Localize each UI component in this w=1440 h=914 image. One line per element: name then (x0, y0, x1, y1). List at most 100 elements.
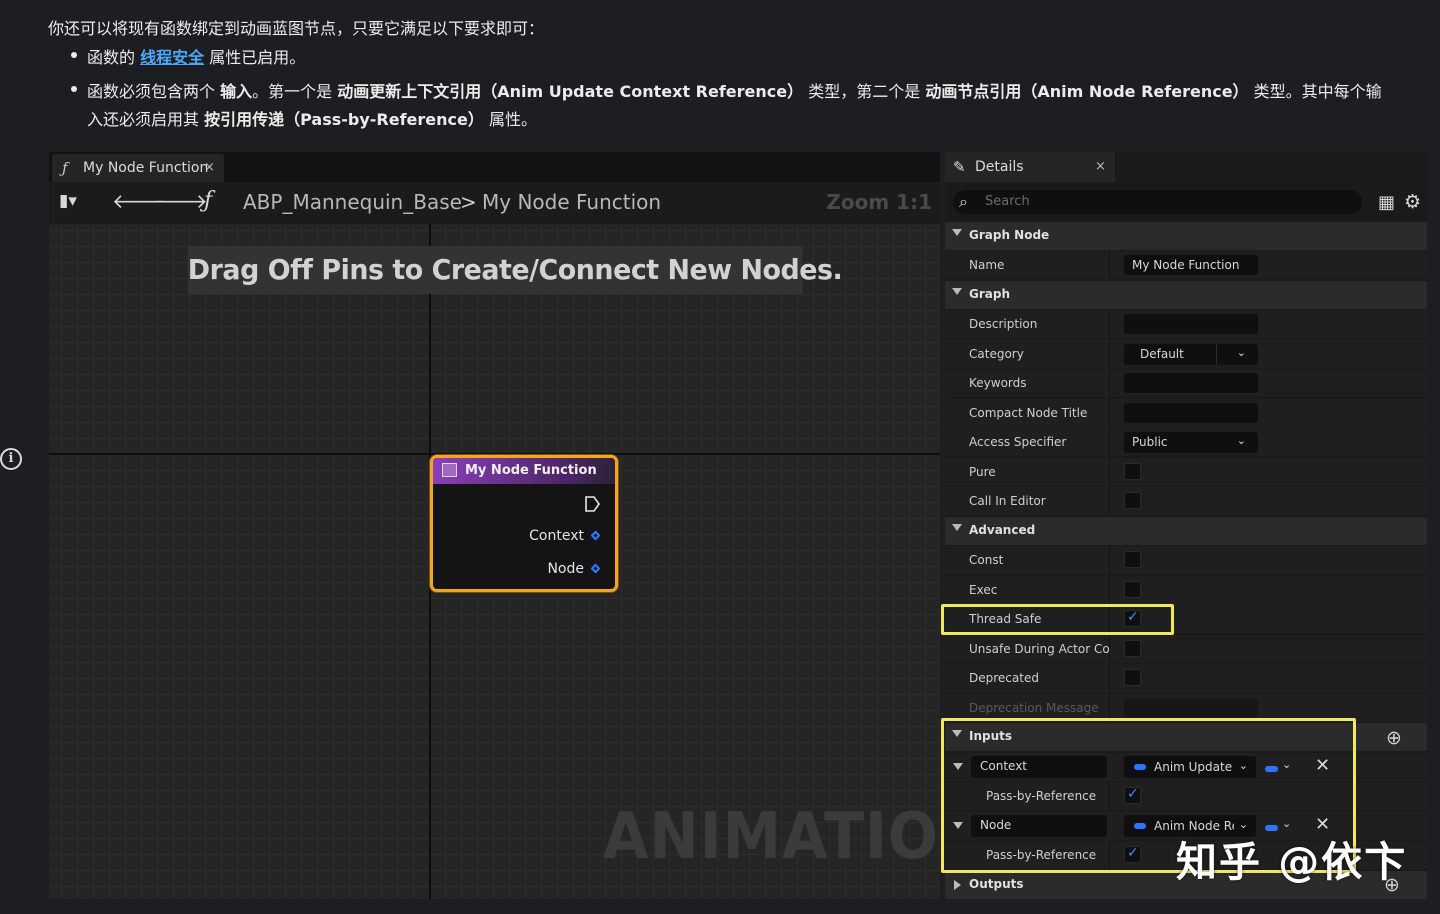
text-bold: 输入 (220, 82, 253, 101)
const-checkbox[interactable] (1124, 551, 1141, 568)
row-label: Category (969, 347, 1024, 361)
pin-icon[interactable] (590, 563, 601, 574)
add-input-icon[interactable]: ⊕ (1386, 727, 1402, 749)
node-pin-node[interactable]: Node (547, 561, 601, 577)
pin-label: Node (547, 561, 584, 577)
expand-arrow-icon[interactable] (952, 229, 962, 236)
row-category: Category Default ⌄ (945, 340, 1427, 368)
doc-bullet-2-line2: 入还必须启用其 按引用传递（Pass-by-Reference） 属性。 (87, 106, 537, 130)
expand-arrow-icon[interactable] (952, 524, 962, 531)
expand-arrow-icon[interactable] (952, 288, 962, 295)
node-title: My Node Function (465, 463, 597, 478)
node-pin-context[interactable]: Context (529, 528, 601, 544)
section-title: Advanced (969, 523, 1036, 537)
breadcrumb-separator: > (460, 190, 477, 214)
access-dropdown[interactable]: Public ⌄ (1124, 432, 1258, 453)
row-access-specifier: Access Specifier Public ⌄ (945, 428, 1427, 456)
details-search-input[interactable]: ⌕ Search (953, 190, 1362, 214)
row-label: Name (969, 258, 1005, 272)
text: 类型。其中每个输 (1253, 82, 1382, 101)
exec-pin-icon[interactable] (584, 496, 600, 512)
collapsed-arrow-icon[interactable] (954, 880, 961, 890)
credit-watermark: 知乎 @依卞 (1176, 838, 1408, 886)
thread-safe-highlight (941, 604, 1174, 635)
row-label: Access Specifier (969, 435, 1067, 449)
bullet-dot (71, 86, 77, 92)
row-label: Description (969, 317, 1038, 331)
doc-intro: 你还可以将现有函数绑定到动画蓝图节点，只要它满足以下要求即可： (48, 19, 545, 38)
function-node-icon (442, 463, 457, 477)
function-icon: ƒ (62, 159, 68, 177)
forward-arrow-icon[interactable]: 🡒 (154, 189, 208, 213)
text-bold: 动画更新上下文引用（Anim Update Context Reference） (337, 82, 804, 101)
thread-safe-link[interactable]: 线程安全 (140, 48, 204, 67)
row-label: Deprecation Message (969, 701, 1099, 715)
tab-details[interactable]: ✎ Details × (945, 152, 1115, 182)
section-title: Graph (969, 287, 1010, 301)
close-tab-icon[interactable]: × (1095, 159, 1106, 174)
category-dropdown[interactable]: Default ⌄ (1124, 344, 1258, 365)
row-description: Description (945, 310, 1427, 338)
keywords-field[interactable] (1124, 373, 1258, 393)
unsafe-checkbox[interactable] (1124, 640, 1141, 657)
row-deprecated: Deprecated (945, 664, 1427, 692)
row-const: Const (945, 546, 1427, 574)
text: 属性。 (488, 110, 537, 129)
pure-checkbox[interactable] (1124, 463, 1141, 480)
category-value: Default (1140, 347, 1184, 361)
breadcrumb-leaf[interactable]: My Node Function (482, 190, 661, 214)
tab-label: My Node Function (83, 160, 209, 176)
row-label: Deprecated (969, 671, 1039, 685)
row-pure: Pure (945, 458, 1427, 486)
blueprint-editor: ƒ My Node Function × ▮▾ 🡐 🡒 ƒ ABP_Manneq… (49, 152, 940, 899)
compact-title-field[interactable] (1124, 403, 1258, 423)
text: 入还必须启用其 (87, 110, 200, 129)
graph-hint: Drag Off Pins to Create/Connect New Node… (187, 246, 843, 294)
table-view-icon[interactable]: ▦ (1378, 192, 1395, 213)
row-label: Keywords (969, 376, 1027, 390)
row-label: Compact Node Title (969, 406, 1088, 420)
section-advanced[interactable]: Advanced (945, 517, 1427, 545)
bookmark-icon[interactable]: ▮▾ (59, 191, 77, 211)
function-node[interactable]: My Node Function Context Node (430, 455, 618, 592)
info-icon[interactable]: i (0, 448, 22, 470)
bullet-dot (71, 52, 77, 58)
doc-bullet-1: 函数的 线程安全 属性已启用。 (87, 44, 305, 68)
section-title: Graph Node (969, 228, 1050, 242)
pin-icon[interactable] (590, 530, 601, 541)
text: 函数必须包含两个 (87, 82, 216, 101)
name-value: My Node Function (1132, 258, 1240, 272)
section-graph[interactable]: Graph (945, 281, 1427, 309)
row-label: Const (969, 553, 1004, 567)
description-field[interactable] (1124, 314, 1258, 334)
zoom-level: Zoom 1:1 (826, 190, 932, 214)
text-bold: 动画节点引用（Anim Node Reference） (925, 82, 1249, 101)
text: 类型，第二个是 (808, 82, 921, 101)
deprecated-checkbox[interactable] (1124, 669, 1141, 686)
tab-my-node-function[interactable]: ƒ My Node Function × (52, 154, 224, 182)
name-field[interactable]: My Node Function (1124, 255, 1258, 275)
function-icon: ƒ (204, 188, 213, 213)
text-bold: 按引用传递（Pass-by-Reference） (204, 110, 484, 129)
text: 。第一个是 (252, 82, 333, 101)
node-header[interactable]: My Node Function (433, 458, 615, 484)
breadcrumb-root[interactable]: ABP_Mannequin_Base (243, 190, 462, 214)
row-label: Pure (969, 465, 996, 479)
row-exec: Exec (945, 576, 1427, 604)
chevron-down-icon[interactable]: ⌄ (1237, 434, 1246, 447)
search-icon: ⌕ (959, 192, 968, 211)
close-tab-icon[interactable]: × (204, 160, 215, 175)
row-keywords: Keywords (945, 369, 1427, 397)
call-in-editor-checkbox[interactable] (1124, 492, 1141, 509)
gear-icon[interactable]: ⚙ (1404, 191, 1421, 213)
exec-checkbox[interactable] (1124, 581, 1141, 598)
section-graph-node[interactable]: Graph Node (945, 222, 1427, 250)
editor-tab-bar: ƒ My Node Function × (49, 152, 940, 182)
row-call-in-editor: Call In Editor (945, 487, 1427, 515)
chevron-down-icon[interactable]: ⌄ (1237, 346, 1246, 359)
row-label: Exec (969, 583, 998, 597)
bullet1-pre: 函数的 (87, 48, 136, 67)
deprecation-message-field (1124, 698, 1258, 718)
access-value: Public (1132, 435, 1168, 449)
doc-bullet-2-line1: 函数必须包含两个 输入。第一个是 动画更新上下文引用（Anim Update C… (87, 78, 1382, 102)
